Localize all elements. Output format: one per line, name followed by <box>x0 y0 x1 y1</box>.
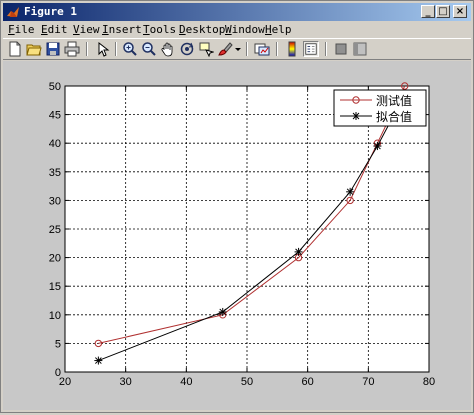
toolbar-separator <box>246 42 248 56</box>
plot-chart: 20 30 40 50 60 70 8005101520253035404550测试值拟合值 <box>49 81 435 388</box>
menu-view[interactable]: View <box>73 23 100 37</box>
menu-view-key: V <box>73 23 80 36</box>
print-icon[interactable] <box>64 41 80 57</box>
menu-edit-key: E <box>41 23 48 36</box>
y-tick-label: 10 <box>49 310 61 322</box>
star-marker <box>94 356 103 365</box>
dropdown-arrow-icon[interactable] <box>233 41 243 57</box>
y-tick-label: 20 <box>49 253 61 265</box>
y-tick-label: 45 <box>49 110 61 122</box>
menu-edit[interactable]: Edit <box>41 23 68 37</box>
link-plot-icon[interactable] <box>254 41 270 57</box>
menu-insert-key: I <box>102 23 109 36</box>
new-file-icon[interactable] <box>7 41 23 57</box>
menu-desktop-key: D <box>179 23 186 36</box>
star-marker <box>218 307 227 316</box>
open-folder-icon[interactable] <box>26 41 42 57</box>
menu-desktop-label: esktop <box>185 23 226 36</box>
menu-desktop[interactable]: Desktop <box>179 23 225 37</box>
menu-help-key: H <box>265 23 272 36</box>
menu-insert[interactable]: Insert <box>102 23 142 37</box>
data-cursor-icon[interactable] <box>198 41 214 57</box>
x-tick-label: 80 <box>423 376 435 388</box>
x-tick-label: 30 <box>120 376 132 388</box>
x-tick-label: 50 <box>241 376 253 388</box>
star-marker <box>346 187 355 196</box>
menu-tools-label: ools <box>149 23 177 36</box>
legend: 测试值拟合值 <box>333 89 427 127</box>
menu-file-key: F <box>8 23 15 36</box>
x-tick-label: 60 <box>302 376 314 388</box>
legend-icon[interactable] <box>303 41 319 57</box>
pan-hand-icon[interactable] <box>160 41 176 57</box>
menu-help[interactable]: Help <box>265 23 292 37</box>
menu-edit-label: dit <box>47 23 68 36</box>
menu-insert-label: nsert <box>108 23 142 36</box>
zoom-out-icon[interactable] <box>141 41 157 57</box>
y-tick-label: 50 <box>49 81 61 93</box>
window-title: Figure 1 <box>24 5 77 18</box>
menu-file-label: ile <box>14 23 35 36</box>
y-tick-label: 30 <box>49 195 61 207</box>
brush-icon[interactable] <box>217 41 233 57</box>
y-tick-label: 40 <box>49 138 61 150</box>
hide-plot-tools-icon[interactable] <box>333 41 349 57</box>
menu-file[interactable]: File <box>8 23 35 37</box>
rotate-3d-icon[interactable] <box>179 41 195 57</box>
menu-window-key: W <box>225 23 232 36</box>
y-tick-label: 35 <box>49 167 61 179</box>
toolbar-separator <box>325 42 327 56</box>
colorbar-icon[interactable] <box>284 41 300 57</box>
menu-help-label: elp <box>271 23 292 36</box>
toolbar-separator <box>115 42 117 56</box>
save-icon[interactable] <box>45 41 61 57</box>
matlab-logo-icon <box>7 7 19 17</box>
star-marker <box>373 142 382 151</box>
y-tick-label: 15 <box>49 281 61 293</box>
legend-label: 拟合值 <box>376 109 412 124</box>
figure-canvas: 20 30 40 50 60 70 80 0 5 10 15 20 25 30 35 40 45 50 测试值 拟合值 <box>3 61 471 410</box>
minimize-button[interactable]: _ <box>421 5 435 18</box>
zoom-in-icon[interactable] <box>122 41 138 57</box>
toolbar-separator <box>276 42 278 56</box>
show-plot-tools-icon[interactable] <box>352 41 368 57</box>
y-tick-label: 25 <box>49 224 61 236</box>
y-tick-label: 0 <box>55 367 61 379</box>
menu-window-label: indow <box>231 23 265 36</box>
menu-tools[interactable]: Tools <box>143 23 176 37</box>
x-tick-label: 40 <box>180 376 192 388</box>
maximize-button[interactable]: □ <box>436 5 450 18</box>
close-button[interactable]: × <box>453 5 467 18</box>
legend-label: 测试值 <box>376 93 412 108</box>
figure-window: Figure 1 _ □ × File Edit View Insert Too… <box>0 0 474 413</box>
menu-view-label: iew <box>79 23 100 36</box>
y-tick-label: 5 <box>55 338 61 350</box>
title-bar[interactable]: Figure 1 _ □ × <box>3 3 471 21</box>
menu-window[interactable]: Window <box>225 23 265 37</box>
menu-tools-key: T <box>143 23 150 36</box>
star-marker <box>294 247 303 256</box>
menu-bar: File Edit View Insert Tools Desktop Wind… <box>3 22 471 38</box>
x-tick-label: 70 <box>362 376 374 388</box>
toolbar-separator <box>86 42 88 56</box>
figure-toolbar <box>3 38 471 60</box>
star-marker <box>352 112 360 120</box>
pointer-icon[interactable] <box>94 41 110 57</box>
